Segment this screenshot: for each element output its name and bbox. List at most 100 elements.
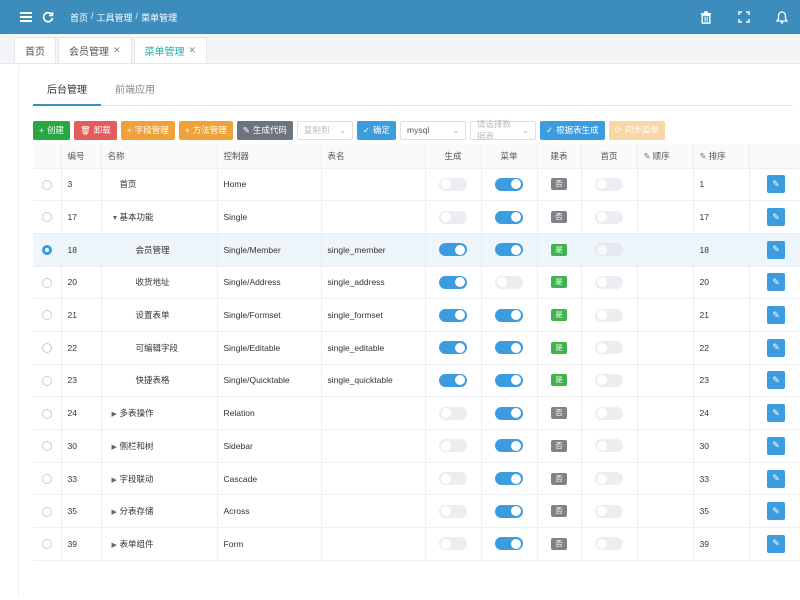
column-header-name[interactable]: 名称 [101,144,218,169]
column-header-id[interactable]: 编号 [61,144,102,169]
fields-button[interactable]: + 字段管理 [120,120,175,140]
table-row[interactable]: 17 ▼基本功能 Single 否 17 ✎ [33,200,800,234]
edit-row-button[interactable]: ✎ [767,502,785,521]
generate-toggle[interactable] [439,341,467,355]
close-icon[interactable]: ✕ [113,45,121,56]
home-toggle[interactable] [595,210,623,224]
home-toggle[interactable] [595,177,623,191]
generate-toggle[interactable] [439,275,467,289]
hamburger-menu-icon[interactable] [16,7,36,27]
row-radio[interactable] [41,310,52,321]
edit-row-button[interactable]: ✎ [767,338,785,357]
menu-toggle[interactable] [495,373,523,387]
generate-toggle[interactable] [439,504,467,518]
confirm-button[interactable]: ✓ 确定 [356,120,397,140]
edit-row-button[interactable]: ✎ [767,469,785,488]
generate-toggle[interactable] [439,210,467,224]
generate-toggle[interactable] [439,472,467,486]
generate-code-button[interactable]: ✎ 生成代码 [236,120,293,140]
row-radio[interactable] [41,277,52,288]
generate-toggle[interactable] [439,373,467,387]
database-select[interactable]: mysql ⌄ [400,120,467,140]
row-radio[interactable] [41,539,52,550]
table-row[interactable]: 20 收货地址 Single/Address single_address 是 20 ✎ [33,266,800,300]
create-button[interactable]: + 创建 [33,120,70,140]
generate-toggle[interactable] [439,177,467,191]
home-toggle[interactable] [595,341,623,355]
column-header-home[interactable]: 首页 [581,144,638,169]
table-row[interactable]: 18 会员管理 Single/Member single_member 是 18 ✎ [33,233,800,267]
tree-toggle-icon[interactable]: ▶ [112,508,120,516]
breadcrumb-home[interactable]: 首页 [70,11,88,24]
methods-button[interactable]: + 方法管理 [178,120,233,140]
breadcrumb-tools[interactable]: 工具管理 [97,11,133,24]
copy-to-select[interactable]: 复制到 ⌄ [296,120,353,140]
generate-toggle[interactable] [439,439,467,453]
edit-row-button[interactable]: ✎ [767,306,785,325]
column-header-generate[interactable]: 生成 [425,144,482,169]
menu-toggle[interactable] [495,341,523,355]
tree-toggle-icon[interactable]: ▶ [112,443,120,451]
row-radio[interactable] [41,343,52,354]
menu-toggle[interactable] [495,308,523,322]
menu-toggle[interactable] [495,439,523,453]
page-tab-menu[interactable]: 菜单管理 ✕ [133,37,208,63]
table-row[interactable]: 23 快捷表格 Single/Quicktable single_quicktable… [33,364,800,398]
table-row[interactable]: 30 ▶ 侧栏和树 Sidebar 否 30 ✎ [33,429,800,463]
edit-row-button[interactable]: ✎ [767,273,785,292]
home-toggle[interactable] [595,275,623,289]
table-row[interactable]: 21 设置表单 Single/Formset single_formset 是 21 ✎ [33,298,800,332]
table-row[interactable]: 33 ▶ 字段联动 Cascade 否 33 ✎ [33,462,800,496]
menu-toggle[interactable] [495,177,523,191]
generate-by-table-button[interactable]: ✓ 根据表生成 [540,120,605,140]
menu-toggle[interactable] [495,243,523,257]
edit-row-button[interactable]: ✎ [767,404,785,423]
table-row[interactable]: 22 可编辑字段 Single/Editable single_editable 是 22… [33,331,800,365]
home-toggle[interactable] [595,537,623,551]
home-toggle[interactable] [595,504,623,518]
table-row[interactable]: 35 ▶ 分表存储 Across 否 35 ✎ [33,494,800,529]
generate-toggle[interactable] [439,243,467,257]
row-radio[interactable] [41,245,52,256]
generate-toggle[interactable] [439,308,467,322]
edit-row-button[interactable]: ✎ [767,175,785,194]
tab-frontend[interactable]: 前端应用 [101,76,169,106]
table-select[interactable]: 请选择数据表 ⌄ [470,119,537,141]
row-radio[interactable] [41,408,52,419]
menu-toggle[interactable] [495,472,523,486]
row-radio[interactable] [41,473,52,484]
table-row[interactable]: 24 ▶ 多表操作 Relation 否 24 ✎ [33,396,800,430]
column-header-controller[interactable]: 控制器 [217,144,322,169]
column-header-menu[interactable]: 菜单 [481,144,538,169]
home-toggle[interactable] [595,439,623,453]
row-radio[interactable] [41,441,52,452]
menu-toggle[interactable] [495,504,523,518]
menu-toggle[interactable] [495,406,523,420]
tree-toggle-icon[interactable]: ▶ [112,541,120,549]
menu-toggle[interactable] [495,275,523,289]
generate-toggle[interactable] [439,406,467,420]
edit-row-button[interactable]: ✎ [767,240,785,259]
column-header-order[interactable]: ✎ 顺序 [637,144,694,169]
table-row[interactable]: 39 ▶ 表单组件 Form 否 39 ✎ [33,527,800,561]
bell-icon[interactable] [772,7,792,27]
refresh-icon[interactable] [38,7,58,27]
tree-toggle-icon[interactable]: ▼ [112,215,120,222]
page-tab-home[interactable]: 首页 [14,37,56,63]
tree-toggle-icon[interactable]: ▶ [112,476,120,484]
edit-row-button[interactable]: ✎ [767,208,785,227]
column-header-sort[interactable]: ✎ 排序 [693,144,750,169]
table-row[interactable]: 3 首页 Home 否 1 ✎ [33,168,800,202]
menu-toggle[interactable] [495,537,523,551]
edit-row-button[interactable]: ✎ [767,436,785,455]
home-toggle[interactable] [595,308,623,322]
home-toggle[interactable] [595,373,623,387]
sync-menu-button[interactable]: ⟳ 同步菜单 [608,120,665,140]
generate-toggle[interactable] [439,537,467,551]
edit-row-button[interactable]: ✎ [767,371,785,390]
home-toggle[interactable] [595,472,623,486]
menu-toggle[interactable] [495,210,523,224]
column-header-built[interactable]: 建表 [537,144,582,169]
home-toggle[interactable] [595,243,623,257]
row-radio[interactable] [41,212,52,223]
